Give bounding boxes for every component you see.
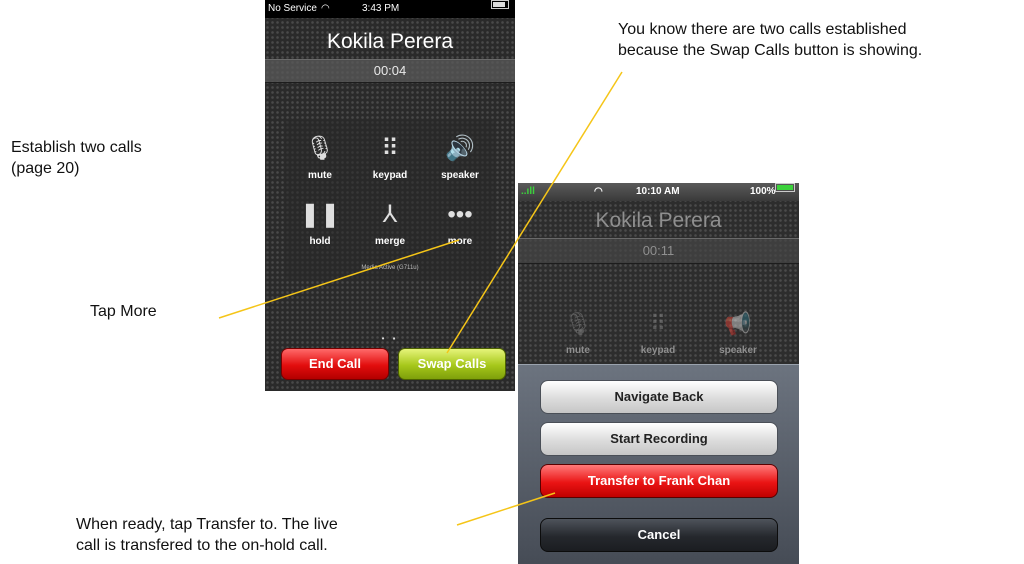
caller-name: Kokila Perera (326, 30, 454, 53)
swap-note-line-2: because the Swap Calls button is showing… (618, 42, 923, 59)
status-bar: No Service ◠ 3:43 PM (265, 0, 515, 18)
mute-label: mute (566, 345, 590, 356)
caller-name: Kokila Perera (595, 209, 722, 232)
call-timer: 00:04 (265, 59, 515, 83)
hold-label: hold (309, 236, 331, 247)
keypad-label: keypad (640, 345, 676, 356)
transfer-note: When ready, tap Transfer to. The live ca… (76, 514, 338, 556)
swap-calls-button[interactable]: Swap Calls (398, 348, 506, 380)
merge-icon: ⅄ (382, 201, 398, 228)
media-status: Media Active (G711u) (361, 265, 419, 271)
speaker-icon: 🔊 (445, 135, 475, 162)
microphone-muted-icon: 🎙 (564, 311, 592, 336)
keypad-label: keypad (372, 170, 408, 181)
action-sheet: Navigate Back Start Recording Transfer t… (518, 364, 799, 564)
status-time: 10:10 AM (636, 186, 680, 197)
transfer-button[interactable]: Transfer to Frank Chan (540, 464, 778, 498)
battery-icon (491, 0, 509, 9)
tap-more-note: Tap More (90, 303, 157, 320)
page-indicator: • ▪ (381, 334, 399, 343)
wifi-icon: ◠ (594, 186, 603, 197)
start-recording-button[interactable]: Start Recording (540, 422, 778, 456)
keypad-icon: ⠿ (649, 311, 667, 336)
swap-calls-note: You know there are two calls established… (618, 19, 922, 61)
carrier-text: No Service (268, 3, 317, 14)
cancel-button[interactable]: Cancel (540, 518, 778, 552)
speaker-label: speaker (719, 345, 757, 356)
keypad-icon: ⠿ (381, 135, 399, 162)
microphone-muted-icon: 🎙 (304, 135, 336, 162)
establish-calls-note: Establish two calls (page 20) (11, 137, 142, 179)
call-timer: 00:11 (518, 238, 799, 264)
establish-line-1: Establish two calls (11, 139, 142, 156)
phone-action-sheet-screen: ..ıll ◠ 10:10 AM 100% Kokila Perera 00:1… (518, 183, 799, 564)
battery-icon (775, 183, 795, 192)
navigate-back-button[interactable]: Navigate Back (540, 380, 778, 414)
speaker-button[interactable]: 📢 speaker (708, 311, 768, 356)
keypad-button[interactable]: ⠿ keypad (628, 311, 688, 356)
mute-label: mute (308, 170, 332, 181)
speaker-button[interactable]: 🔊 speaker (425, 134, 495, 181)
call-controls-grid: 🎙 mute ⠿ keypad 🔊 speaker ❚❚ hold ⅄ merg… (285, 120, 495, 280)
pause-icon: ❚❚ (299, 201, 341, 228)
swap-note-line-1: You know there are two calls established (618, 21, 907, 38)
more-icon: ••• (447, 201, 473, 228)
status-bar: ..ıll ◠ 10:10 AM 100% (518, 183, 799, 201)
megaphone-icon: 📢 (724, 311, 752, 336)
merge-button[interactable]: ⅄ merge (355, 200, 425, 247)
speaker-label: speaker (441, 170, 479, 181)
phone-in-call-screen: No Service ◠ 3:43 PM Kokila Perera 00:04… (265, 0, 515, 391)
merge-label: merge (374, 236, 405, 247)
transfer-note-line-2: call is transfered to the on-hold call. (76, 537, 328, 554)
more-label: more (447, 236, 473, 247)
mute-button[interactable]: 🎙 mute (285, 134, 355, 181)
battery-percent: 100% (750, 186, 776, 197)
hold-button[interactable]: ❚❚ hold (285, 200, 355, 247)
wifi-icon: ◠ (321, 3, 330, 14)
status-time: 3:43 PM (362, 3, 400, 14)
keypad-button[interactable]: ⠿ keypad (355, 134, 425, 181)
more-button[interactable]: ••• more (425, 200, 495, 247)
transfer-note-line-1: When ready, tap Transfer to. The live (76, 516, 338, 533)
mute-button[interactable]: 🎙 mute (548, 311, 608, 356)
end-call-button[interactable]: End Call (281, 348, 389, 380)
signal-icon: ..ıll (521, 186, 535, 197)
establish-line-2: (page 20) (11, 160, 80, 177)
